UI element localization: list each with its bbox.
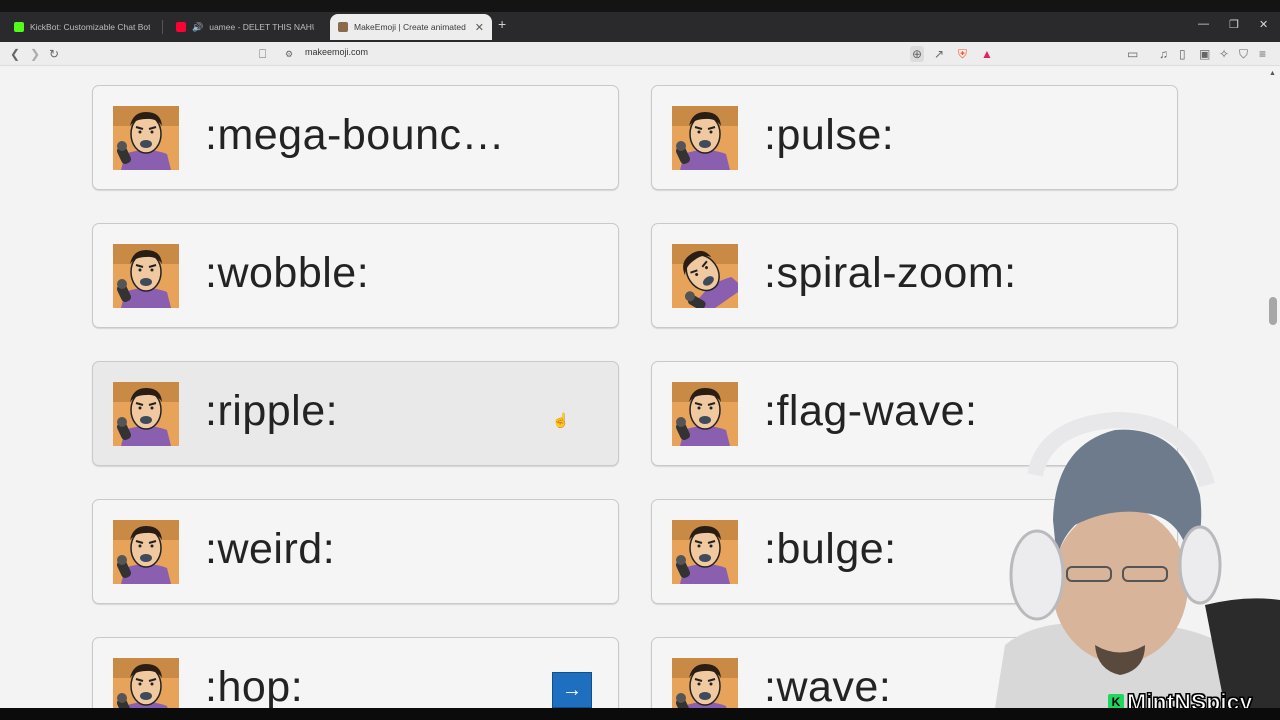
tab-title: uamee - DELET THIS NAHUI [HAF	[209, 22, 314, 32]
emoji-preview-image	[672, 244, 744, 317]
reload-icon[interactable]: ↻	[49, 46, 59, 62]
menu-icon[interactable]: ≡	[1259, 46, 1266, 62]
emoji-preview-image	[113, 658, 179, 708]
emoji-card[interactable]: :weird:	[92, 499, 619, 604]
tab-title: MakeEmoji | Create animated	[354, 22, 466, 32]
forward-icon[interactable]: ❯	[30, 46, 40, 62]
hand-cursor-icon: ☝	[552, 412, 570, 428]
tab-youtube[interactable]: 🔊 uamee - DELET THIS NAHUI [HAF	[168, 14, 322, 40]
emoji-preview-image	[113, 106, 179, 170]
brave-shield-icon[interactable]: ⛨	[958, 46, 967, 62]
scrollbar-thumb[interactable]	[1269, 297, 1277, 325]
site-info-icon[interactable]: ⚙	[285, 46, 293, 62]
zoom-icon[interactable]: ⊕	[910, 46, 925, 62]
leo-ai-icon[interactable]: ✧	[1219, 46, 1229, 62]
next-arrow-button[interactable]: →	[552, 672, 592, 708]
minimize-icon[interactable]: —	[1198, 18, 1209, 30]
share-icon[interactable]: ↗	[934, 46, 944, 62]
restore-icon[interactable]: ❐	[1229, 18, 1239, 31]
emoji-code: :wave:	[764, 663, 892, 708]
emoji-preview-image	[672, 106, 738, 170]
emoji-code: :flag-wave:	[764, 387, 978, 435]
close-window-icon[interactable]: ✕	[1259, 18, 1268, 31]
tab-title: KickBot: Customizable Chat Bot for K	[30, 22, 150, 32]
titlebar-top	[0, 0, 1280, 12]
wallet-icon[interactable]: ▣	[1199, 46, 1210, 62]
streamer-webcam	[995, 411, 1280, 708]
reader-icon[interactable]: ▭	[1127, 46, 1138, 62]
tab-kickbot[interactable]: KickBot: Customizable Chat Bot for K	[6, 14, 158, 40]
emoji-code: :wobble:	[205, 249, 370, 297]
speaker-icon[interactable]: 🔊	[192, 22, 203, 33]
bottom-edge	[0, 708, 1280, 720]
emoji-card[interactable]: :wobble:	[92, 223, 619, 328]
emoji-preview-image	[672, 520, 738, 584]
emoji-code: :pulse:	[764, 111, 895, 159]
browser-window: KickBot: Customizable Chat Bot for K 🔊 u…	[0, 0, 1280, 720]
emoji-card[interactable]: :mega-bounc…	[92, 85, 619, 190]
makeemoji-favicon-icon	[338, 22, 348, 32]
emoji-code: :hop:	[205, 663, 304, 708]
sidebar-icon[interactable]: ▯	[1179, 46, 1186, 62]
emoji-card[interactable]: :hop:	[92, 637, 619, 708]
media-icon[interactable]: ♫	[1159, 46, 1168, 62]
emoji-code: :weird:	[205, 525, 336, 573]
navigation-toolbar: ❮ ❯ ↻ ⎕ ⚙ makeemoji.com ⊕ ↗ ⛨ ▲ ▭ ♫ ▯ ▣ …	[0, 42, 1280, 66]
youtube-favicon-icon	[176, 22, 186, 32]
emoji-preview-image	[113, 520, 179, 584]
emoji-preview-image	[113, 382, 179, 446]
vpn-icon[interactable]: ⛉	[1239, 46, 1248, 62]
emoji-code: :mega-bounc…	[205, 111, 505, 159]
emoji-card[interactable]: :spiral-zoom:	[651, 223, 1178, 328]
scroll-up-icon[interactable]: ▲	[1269, 70, 1276, 77]
new-tab-icon[interactable]: +	[498, 16, 506, 32]
emoji-preview-image	[113, 244, 179, 308]
emoji-preview-image	[672, 658, 738, 708]
emoji-card[interactable]: :pulse:	[651, 85, 1178, 190]
emoji-preview-image	[672, 382, 738, 446]
emoji-code: :ripple:	[205, 387, 339, 435]
emoji-code: :bulge:	[764, 525, 897, 573]
tab-strip: KickBot: Customizable Chat Bot for K 🔊 u…	[0, 0, 1280, 42]
emoji-code: :spiral-zoom:	[764, 249, 1017, 297]
emoji-card[interactable]: :ripple:	[92, 361, 619, 466]
tab-close-icon[interactable]: ✕	[475, 21, 484, 34]
kick-favicon-icon	[14, 22, 24, 32]
address-bar[interactable]: makeemoji.com	[305, 47, 368, 57]
bookmark-icon[interactable]: ⎕	[259, 46, 266, 62]
back-icon[interactable]: ❮	[10, 46, 20, 62]
tab-makeemoji[interactable]: MakeEmoji | Create animated ✕	[330, 14, 492, 40]
brave-rewards-icon[interactable]: ▲	[981, 46, 993, 62]
